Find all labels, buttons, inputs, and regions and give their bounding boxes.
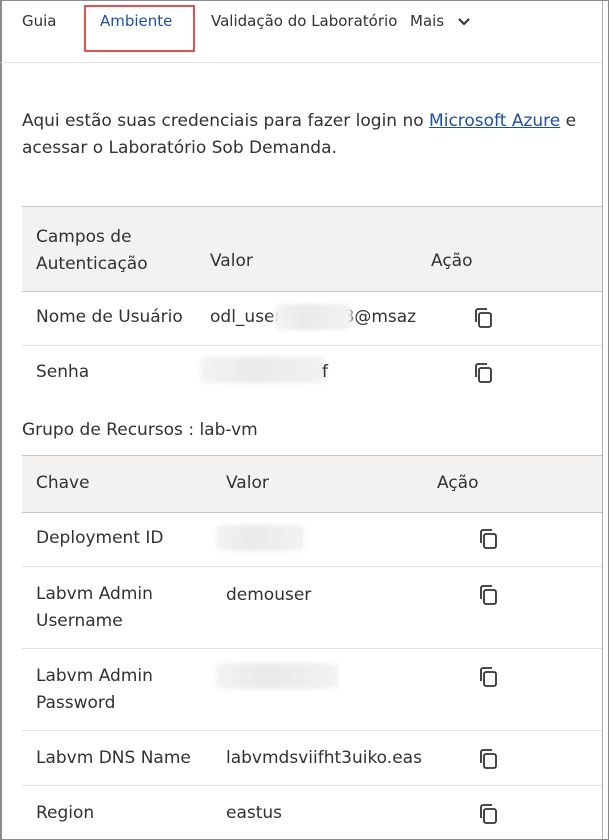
window-frame	[0, 0, 609, 840]
